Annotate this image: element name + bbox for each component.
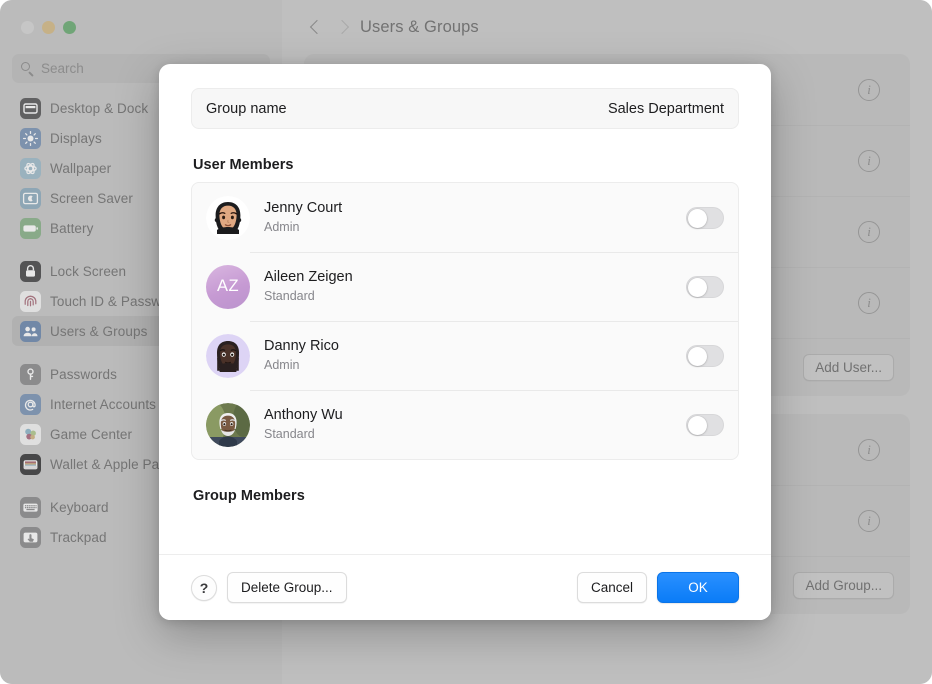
trackpad-icon (20, 527, 41, 548)
avatar: AZ (206, 265, 250, 309)
system-settings-window: Search Desktop & Dock Displays (0, 0, 932, 684)
minimize-button[interactable] (42, 21, 55, 34)
sidebar-item-label: Wallpaper (50, 161, 111, 176)
users-groups-icon (20, 321, 41, 342)
wallpaper-icon (20, 158, 41, 179)
help-button[interactable]: ? (191, 575, 217, 601)
user-members-heading: User Members (193, 157, 739, 173)
passwords-key-icon (20, 364, 41, 385)
list-item[interactable]: Danny Rico Admin (192, 321, 738, 390)
sidebar-item-label: Desktop & Dock (50, 101, 148, 116)
member-name: Aileen Zeigen (264, 269, 353, 286)
member-role: Standard (264, 427, 343, 441)
delete-group-button[interactable]: Delete Group... (227, 572, 347, 604)
sidebar-item-label: Battery (50, 221, 93, 236)
add-user-button[interactable]: Add User... (803, 354, 894, 381)
add-group-button[interactable]: Add Group... (793, 572, 894, 599)
cancel-button[interactable]: Cancel (577, 572, 647, 604)
maximize-button[interactable] (63, 21, 76, 34)
sidebar-item-label: Displays (50, 131, 102, 146)
battery-icon (20, 218, 41, 239)
sheet-footer: ? Delete Group... Cancel OK (159, 554, 771, 620)
sidebar-item-label: Wallet & Apple Pay (50, 457, 166, 472)
member-info: Danny Rico Admin (264, 338, 339, 372)
list-item[interactable]: Anthony Wu Standard (192, 390, 738, 459)
info-circle-icon[interactable]: i (858, 150, 880, 172)
member-toggle[interactable] (686, 276, 724, 298)
member-info: Aileen Zeigen Standard (264, 269, 353, 303)
wallet-icon (20, 454, 41, 475)
content-toolbar: Users & Groups (282, 0, 932, 54)
sidebar-item-label: Passwords (50, 367, 117, 382)
sidebar-item-label: Users & Groups (50, 324, 147, 339)
sidebar-item-label: Game Center (50, 427, 132, 442)
toggle-knob (688, 209, 707, 228)
group-name-label: Group name (206, 101, 287, 117)
search-placeholder: Search (41, 61, 84, 76)
list-item[interactable]: Jenny Court Admin (192, 183, 738, 252)
member-role: Standard (264, 289, 353, 303)
member-role: Admin (264, 358, 339, 372)
sidebar-item-label: Trackpad (50, 530, 107, 545)
member-info: Jenny Court Admin (264, 200, 342, 234)
member-toggle[interactable] (686, 207, 724, 229)
member-name: Anthony Wu (264, 407, 343, 424)
group-members-heading: Group Members (193, 488, 739, 504)
member-toggle[interactable] (686, 345, 724, 367)
toggle-knob (688, 278, 707, 297)
screen-saver-icon (20, 188, 41, 209)
sidebar-item-label: Keyboard (50, 500, 109, 515)
close-button[interactable] (21, 21, 34, 34)
info-circle-icon[interactable]: i (858, 510, 880, 532)
avatar-initials: AZ (206, 265, 250, 309)
member-role: Admin (264, 220, 342, 234)
toggle-knob (688, 416, 707, 435)
user-members-list: Jenny Court Admin AZ Aileen Zeigen Stand… (191, 182, 739, 460)
page-title: Users & Groups (360, 18, 479, 37)
internet-accounts-icon (20, 394, 41, 415)
touch-id-icon (20, 291, 41, 312)
sidebar-item-label: Screen Saver (50, 191, 133, 206)
avatar (206, 403, 250, 447)
group-name-field[interactable]: Group name Sales Department (191, 88, 739, 129)
sheet-scroll-area[interactable]: Group name Sales Department User Members (159, 64, 771, 554)
edit-group-sheet: Group name Sales Department User Members (159, 64, 771, 620)
member-info: Anthony Wu Standard (264, 407, 343, 441)
group-name-value[interactable]: Sales Department (608, 101, 724, 117)
list-item[interactable]: AZ Aileen Zeigen Standard (192, 252, 738, 321)
info-circle-icon[interactable]: i (858, 292, 880, 314)
toggle-knob (688, 347, 707, 366)
ok-button[interactable]: OK (657, 572, 739, 604)
displays-icon (20, 128, 41, 149)
chevron-left-icon[interactable] (310, 18, 321, 36)
sidebar-item-label: Lock Screen (50, 264, 126, 279)
lock-icon (20, 261, 41, 282)
member-toggle[interactable] (686, 414, 724, 436)
info-circle-icon[interactable]: i (858, 221, 880, 243)
info-circle-icon[interactable]: i (858, 79, 880, 101)
avatar (206, 334, 250, 378)
member-name: Danny Rico (264, 338, 339, 355)
member-name: Jenny Court (264, 200, 342, 217)
game-center-icon (20, 424, 41, 445)
sidebar-item-label: Internet Accounts (50, 397, 156, 412)
desktop-dock-icon (20, 98, 41, 119)
keyboard-icon (20, 497, 41, 518)
info-circle-icon[interactable]: i (858, 439, 880, 461)
search-icon (21, 62, 34, 75)
avatar (206, 196, 250, 240)
chevron-right-icon[interactable] (335, 18, 346, 36)
traffic-lights (10, 0, 272, 54)
